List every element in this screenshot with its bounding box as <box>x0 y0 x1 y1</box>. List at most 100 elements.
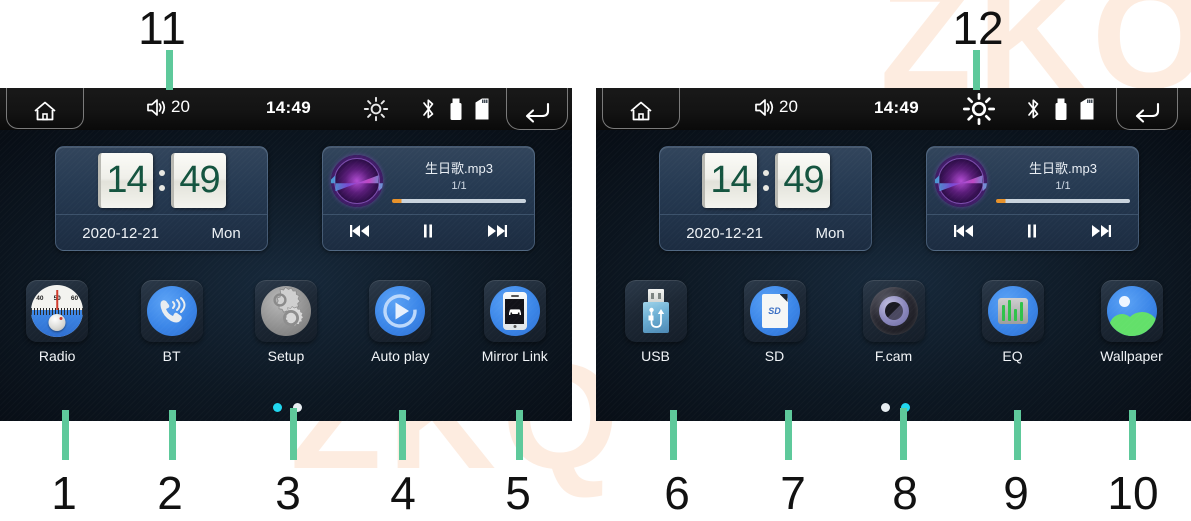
app-label-bt: BT <box>162 348 181 364</box>
app-mirrorlink[interactable]: Mirror Link <box>467 280 563 364</box>
brightness-button[interactable] <box>363 96 389 127</box>
dial-tick-0: 40 <box>36 295 44 303</box>
app-usb[interactable]: USB <box>608 280 704 364</box>
app-tile-wallpaper[interactable] <box>1100 280 1163 342</box>
page-dot-1[interactable] <box>273 403 282 412</box>
clock-display: 14 49 <box>56 147 267 214</box>
app-bt[interactable]: BT <box>124 280 220 364</box>
brightness-button-right[interactable] <box>962 92 996 131</box>
callout-leader-1 <box>62 410 69 460</box>
app-label-setup: Setup <box>267 348 305 364</box>
app-autoplay[interactable]: Auto play <box>352 280 448 364</box>
callout-leader-7 <box>785 410 792 460</box>
media-widget-right[interactable]: 生日歌.mp3 1/1 <box>926 146 1139 251</box>
app-setup[interactable]: Setup <box>238 280 334 364</box>
pause-icon <box>424 224 433 238</box>
app-tile-bt[interactable] <box>140 280 203 342</box>
media-title: 生日歌.mp3 <box>425 161 493 176</box>
callout-leader-2 <box>169 410 176 460</box>
app-wallpaper[interactable]: Wallpaper <box>1084 280 1180 364</box>
clock-weekday: Mon <box>211 225 241 242</box>
equalizer-icon <box>987 286 1038 336</box>
app-grid-right: USB SD SD F.cam EQ Wallpaper <box>596 280 1191 364</box>
callout-number-9: 9 <box>1003 467 1029 519</box>
clock-hours: 14 <box>97 153 153 208</box>
back-button-right[interactable] <box>1116 88 1178 130</box>
bt-phone-icon <box>146 286 197 336</box>
volume-icon <box>147 98 166 116</box>
next-track-button[interactable] <box>484 222 510 245</box>
play-pause-button-right[interactable] <box>1024 222 1040 245</box>
callout-number-1: 1 <box>51 467 77 519</box>
clock-date-row: 2020-12-21 Mon <box>56 214 267 250</box>
clock-colon-right <box>761 170 771 191</box>
volume-value: 20 <box>171 97 190 116</box>
callout-leader-8 <box>900 408 907 460</box>
app-label-sd: SD <box>764 348 785 364</box>
back-button[interactable] <box>506 88 568 130</box>
app-tile-eq[interactable] <box>981 280 1044 342</box>
home-button[interactable] <box>6 88 84 129</box>
callout-number-11: 11 <box>138 2 186 54</box>
sdcard-icon <box>475 98 489 120</box>
callout-leader-3 <box>290 408 297 460</box>
app-tile-radio[interactable]: 40 50 60 <box>26 280 89 342</box>
callout-number-2: 2 <box>157 467 183 519</box>
page-indicator-left <box>273 403 302 412</box>
volume-value-right: 20 <box>779 97 798 116</box>
status-clock: 14:49 <box>266 98 311 117</box>
page-dot-1-right[interactable] <box>881 403 890 412</box>
next-track-icon <box>488 225 508 237</box>
sd-icon-text: SD <box>768 306 781 316</box>
media-progress-bar[interactable] <box>392 199 526 203</box>
app-eq[interactable]: EQ <box>965 280 1061 364</box>
radio-dial-icon: 40 50 60 <box>31 285 84 337</box>
callout-number-8: 8 <box>892 467 918 519</box>
phone-icon <box>502 292 527 330</box>
app-radio[interactable]: 40 50 60 Radio <box>9 280 105 364</box>
autoplay-icon <box>375 286 426 336</box>
app-label-wallpaper: Wallpaper <box>1100 348 1163 364</box>
media-widget[interactable]: 生日歌.mp3 1/1 <box>322 146 535 251</box>
previous-track-button-right[interactable] <box>951 222 977 245</box>
clock-weekday-right: Mon <box>815 225 845 242</box>
app-tile-usb[interactable] <box>624 280 687 342</box>
sd-card-icon: SD <box>749 286 800 336</box>
brightness-icon <box>363 96 389 122</box>
usb-icon <box>1055 98 1067 120</box>
app-tile-fcam[interactable] <box>862 280 925 342</box>
clock-date-row-right: 2020-12-21 Mon <box>660 214 871 250</box>
usb-status-icon-right <box>1053 96 1069 127</box>
usb-status-icon <box>448 96 464 127</box>
pause-icon <box>1028 224 1037 238</box>
callout-leader-5 <box>516 410 523 460</box>
clock-widget[interactable]: 14 49 2020-12-21 Mon <box>55 146 268 251</box>
next-track-icon <box>1092 225 1112 237</box>
volume-indicator[interactable]: 20 <box>146 97 190 117</box>
next-track-button-right[interactable] <box>1088 222 1114 245</box>
home-button-right[interactable] <box>602 88 680 129</box>
previous-track-icon <box>349 225 369 237</box>
device-screen-right: 20 14:49 14 49 2020-12-21 Mon 生日歌.mp3 1/… <box>596 88 1191 421</box>
volume-indicator-right[interactable]: 20 <box>754 97 798 117</box>
callout-number-7: 7 <box>780 467 806 519</box>
callout-leader-10 <box>1129 410 1136 460</box>
app-tile-autoplay[interactable] <box>369 280 432 342</box>
app-tile-mirrorlink[interactable] <box>483 280 546 342</box>
app-label-usb: USB <box>641 348 670 364</box>
app-tile-setup[interactable] <box>254 280 317 342</box>
app-sd[interactable]: SD SD <box>727 280 823 364</box>
callout-number-6: 6 <box>664 467 690 519</box>
media-progress-bar-right[interactable] <box>996 199 1130 203</box>
mirror-link-icon <box>489 286 540 336</box>
app-tile-sd[interactable]: SD <box>743 280 806 342</box>
app-fcam[interactable]: F.cam <box>846 280 942 364</box>
previous-track-button[interactable] <box>347 222 373 245</box>
clock-hours-right: 14 <box>701 153 757 208</box>
clock-widget-right[interactable]: 14 49 2020-12-21 Mon <box>659 146 872 251</box>
clock-colon <box>157 170 167 191</box>
callout-leader-12 <box>973 50 980 90</box>
callout-number-4: 4 <box>390 467 416 519</box>
play-pause-button[interactable] <box>420 222 436 245</box>
media-meta: 生日歌.mp3 1/1 <box>392 158 526 203</box>
